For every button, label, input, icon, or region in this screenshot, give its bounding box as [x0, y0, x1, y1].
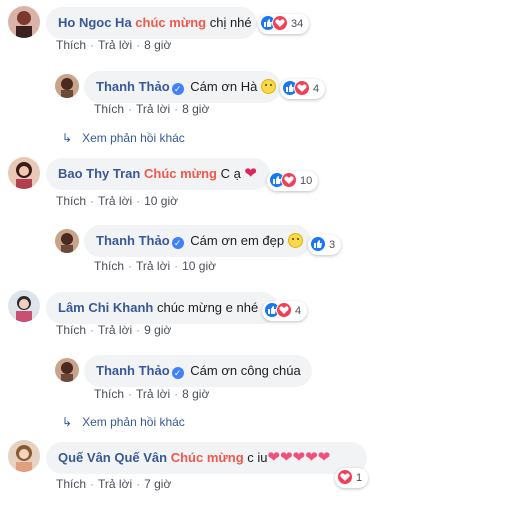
reply-link[interactable]: Trả lời — [98, 477, 132, 491]
view-more-label[interactable]: Xem phản hồi khác — [82, 131, 185, 145]
reaction-count: 4 — [313, 83, 320, 96]
reaction-summary[interactable]: 4 — [280, 79, 326, 99]
reply-bubble: Thanh Thảo ✓ Cám ơn em đẹp — [84, 225, 311, 257]
like-link[interactable]: Thích — [56, 38, 86, 52]
love-icon — [294, 80, 310, 97]
like-icon — [310, 236, 326, 253]
love-icon — [281, 172, 297, 189]
like-link[interactable]: Thích — [94, 259, 124, 273]
comment-actions: Thích · Trả lời · 8 giờ — [56, 38, 172, 52]
verified-badge-icon: ✓ — [171, 83, 184, 95]
avatar[interactable] — [55, 358, 79, 382]
avatar[interactable] — [55, 74, 79, 98]
avatar[interactable] — [8, 6, 40, 38]
reply-link[interactable]: Trả lời — [98, 38, 132, 52]
reply-link[interactable]: Trả lời — [136, 387, 170, 401]
like-link[interactable]: Thích — [56, 194, 86, 208]
reply-actions: Thích · Trả lời · 8 giờ — [94, 387, 210, 401]
love-icon — [337, 469, 353, 486]
comment-bubble: Ho Ngoc Ha chúc mừng chị nhé — [46, 7, 257, 39]
reaction-count: 4 — [295, 305, 302, 318]
reaction-count: 1 — [356, 472, 363, 485]
reaction-count: 34 — [291, 18, 304, 31]
timestamp[interactable]: 8 giờ — [182, 387, 209, 401]
reaction-count: 10 — [300, 175, 313, 188]
comment-text: c iu — [243, 450, 268, 465]
like-link[interactable]: Thích — [56, 477, 86, 491]
reaction-summary[interactable]: 1 — [335, 468, 369, 488]
smiley-emoji-icon — [260, 79, 276, 94]
comment-text: Cám ơn em đẹp — [190, 233, 285, 248]
timestamp[interactable]: 9 giờ — [144, 323, 171, 337]
commenter-name[interactable]: Thanh Thảo — [96, 363, 170, 378]
comment-text: Cám ơn Hà — [190, 79, 258, 94]
comment-text: C ạ — [216, 166, 241, 181]
highlighted-text: Chúc mừng — [143, 166, 217, 181]
reaction-count: 3 — [329, 239, 336, 252]
comment-actions: Thích · Trả lời · 7 giờ — [56, 477, 172, 491]
reaction-summary[interactable]: 4 — [262, 301, 308, 321]
reply-bubble: Thanh Thảo ✓ Cám ơn công chúa — [84, 355, 312, 387]
like-link[interactable]: Thích — [94, 387, 124, 401]
timestamp[interactable]: 8 giờ — [182, 102, 209, 116]
view-more-label[interactable]: Xem phản hồi khác — [82, 415, 185, 429]
comment-bubble: Lâm Chi Khanh chúc mừng e nhé — [46, 292, 278, 324]
comment-text: Cám ơn công chúa — [190, 363, 301, 378]
verified-badge-icon: ✓ — [171, 237, 184, 249]
like-link[interactable]: Thích — [94, 102, 124, 116]
reply-arrow-icon: ↳ — [62, 415, 73, 429]
commenter-name[interactable]: Bao Thy Tran — [58, 166, 140, 181]
reaction-summary[interactable]: 10 — [267, 171, 319, 191]
verified-badge-icon: ✓ — [171, 367, 184, 379]
comment-bubble: Quế Vân Quế Vân Chúc mừng c iu❤❤❤❤❤ — [46, 442, 367, 474]
reaction-summary[interactable]: 34 — [258, 14, 310, 34]
avatar[interactable] — [8, 157, 40, 189]
reply-actions: Thích · Trả lời · 8 giờ — [94, 102, 210, 116]
timestamp[interactable]: 8 giờ — [144, 38, 171, 52]
reply-actions: Thích · Trả lời · 10 giờ — [94, 259, 216, 273]
comment-text: chúc mừng e nhé — [156, 300, 259, 315]
timestamp[interactable]: 7 giờ — [144, 477, 171, 491]
reply-link[interactable]: Trả lời — [98, 194, 132, 208]
smiley-emoji-icon — [287, 233, 303, 248]
comment-text: chị nhé — [206, 15, 252, 30]
commenter-name[interactable]: Thanh Thảo — [96, 79, 170, 94]
love-icon — [276, 302, 292, 319]
like-link[interactable]: Thích — [56, 323, 86, 337]
commenter-name[interactable]: Thanh Thảo — [96, 233, 170, 248]
commenter-name[interactable]: Quế Vân Quế Vân — [58, 450, 167, 465]
reply-arrow-icon: ↳ — [62, 131, 73, 145]
timestamp[interactable]: 10 giờ — [182, 259, 216, 273]
hearts-emoji-icon: ❤❤❤❤❤ — [267, 449, 331, 466]
comment-bubble: Bao Thy Tran Chúc mừng C ạ ❤ — [46, 158, 270, 190]
highlighted-text: chúc mừng — [135, 15, 207, 30]
timestamp[interactable]: 10 giờ — [144, 194, 178, 208]
reply-link[interactable]: Trả lời — [136, 102, 170, 116]
comment-actions: Thích · Trả lời · 10 giờ — [56, 194, 178, 208]
view-more-replies[interactable]: ↳ Xem phản hồi khác — [62, 415, 185, 429]
reply-link[interactable]: Trả lời — [98, 323, 132, 337]
heart-emoji-icon: ❤ — [244, 165, 257, 182]
avatar[interactable] — [8, 440, 40, 472]
commenter-name[interactable]: Ho Ngoc Ha — [58, 15, 132, 30]
avatar[interactable] — [8, 290, 40, 322]
reply-link[interactable]: Trả lời — [136, 259, 170, 273]
avatar[interactable] — [55, 229, 79, 253]
commenter-name[interactable]: Lâm Chi Khanh — [58, 300, 153, 315]
reply-bubble: Thanh Thảo ✓ Cám ơn Hà — [84, 71, 281, 103]
highlighted-text: Chúc mừng — [170, 450, 244, 465]
comment-actions: Thích · Trả lời · 9 giờ — [56, 323, 172, 337]
love-icon — [272, 15, 288, 32]
view-more-replies[interactable]: ↳ Xem phản hồi khác — [62, 131, 185, 145]
reaction-summary[interactable]: 3 — [308, 235, 342, 255]
